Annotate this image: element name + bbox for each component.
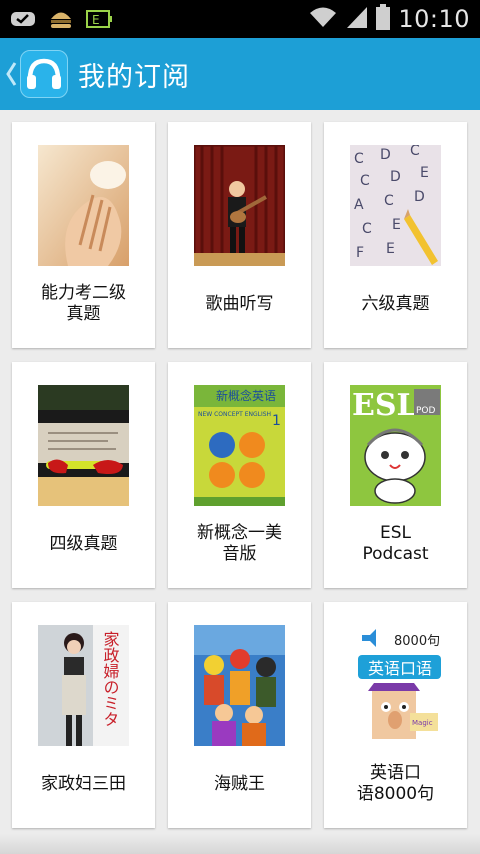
headphones-icon <box>27 58 61 89</box>
subscription-thumbnail: 8000句 英语口语 Magic <box>350 625 441 746</box>
subscription-title: 能力考二级 真题 <box>41 283 126 324</box>
svg-text:E: E <box>392 217 401 233</box>
subscription-card[interactable]: 能力考二级 真题 <box>12 122 155 348</box>
subscription-thumbnail <box>38 385 129 506</box>
subscription-title: 新概念一美 音版 <box>197 523 282 564</box>
subscription-title: 四级真题 <box>49 533 118 554</box>
action-bar: 我的订阅 <box>0 38 480 110</box>
subscription-thumbnail: ESL POD <box>350 385 441 506</box>
subscription-thumbnail <box>194 625 285 746</box>
back-chevron-icon <box>6 62 17 86</box>
signal-icon <box>346 5 368 33</box>
app-badge-icon: E <box>86 8 112 30</box>
svg-text:英语口语: 英语口语 <box>368 659 432 678</box>
svg-text:8000句: 8000句 <box>394 634 440 649</box>
subscription-thumbnail: CDC CDE ACD CE FE <box>350 145 441 266</box>
back-button[interactable] <box>2 38 20 110</box>
subscription-title: 家政妇三田 <box>41 773 126 794</box>
svg-text:D: D <box>390 169 401 185</box>
svg-text:POD: POD <box>416 406 436 416</box>
subscription-thumbnail <box>38 145 129 266</box>
bottom-edge <box>0 834 480 854</box>
status-time: 10:10 <box>398 5 470 33</box>
subscription-title: 歌曲听写 <box>205 293 274 314</box>
notification-check-icon <box>10 8 36 30</box>
subscription-title: ESL Podcast <box>362 523 429 564</box>
subscription-card[interactable]: ESL POD ESL Podcast <box>324 362 467 588</box>
status-bar: E 10:10 <box>0 0 480 38</box>
subscription-card[interactable]: CDC CDE ACD CE FE 六级真题 <box>324 122 467 348</box>
subscription-title: 海贼王 <box>214 773 265 794</box>
svg-text:C: C <box>360 173 370 189</box>
subscription-card[interactable]: 8000句 英语口语 Magic 英语口 语8000句 <box>324 602 467 828</box>
subscription-card[interactable]: 家政婦のミタ 家政妇三田 <box>12 602 155 828</box>
svg-text:C: C <box>362 221 372 237</box>
subscription-thumbnail: 新概念英语 NEW CONCEPT ENGLISH 1 <box>194 385 285 506</box>
svg-text:1: 1 <box>272 413 281 429</box>
svg-text:A: A <box>354 197 364 213</box>
page-title: 我的订阅 <box>78 61 190 93</box>
svg-text:C: C <box>384 193 394 209</box>
svg-text:新概念英语: 新概念英语 <box>216 388 276 403</box>
svg-text:C: C <box>410 145 420 159</box>
subscription-title: 英语口 语8000句 <box>356 763 435 804</box>
subscription-card[interactable]: 四级真题 <box>12 362 155 588</box>
battery-icon <box>376 4 391 34</box>
subscription-thumbnail: 家政婦のミタ <box>38 625 129 746</box>
svg-text:E: E <box>92 13 100 27</box>
subscription-thumbnail <box>194 145 285 266</box>
svg-text:家政婦のミタ: 家政婦のミタ <box>101 631 120 727</box>
svg-text:NEW CONCEPT ENGLISH: NEW CONCEPT ENGLISH <box>198 411 271 418</box>
svg-text:Magic: Magic <box>412 719 433 727</box>
subscription-title: 六级真题 <box>361 293 430 314</box>
burger-food-icon <box>48 8 74 30</box>
app-logo[interactable] <box>20 50 68 98</box>
subscription-card[interactable]: 海贼王 <box>168 602 311 828</box>
svg-text:D: D <box>380 147 391 163</box>
wifi-icon <box>308 5 338 33</box>
svg-text:ESL: ESL <box>352 388 418 423</box>
svg-text:C: C <box>354 151 364 167</box>
subscription-card[interactable]: 新概念英语 NEW CONCEPT ENGLISH 1 新概念一美 音版 <box>168 362 311 588</box>
svg-text:E: E <box>386 241 395 257</box>
svg-text:E: E <box>420 165 429 181</box>
svg-text:F: F <box>356 245 364 261</box>
svg-text:D: D <box>414 189 425 205</box>
subscription-card[interactable]: 歌曲听写 <box>168 122 311 348</box>
